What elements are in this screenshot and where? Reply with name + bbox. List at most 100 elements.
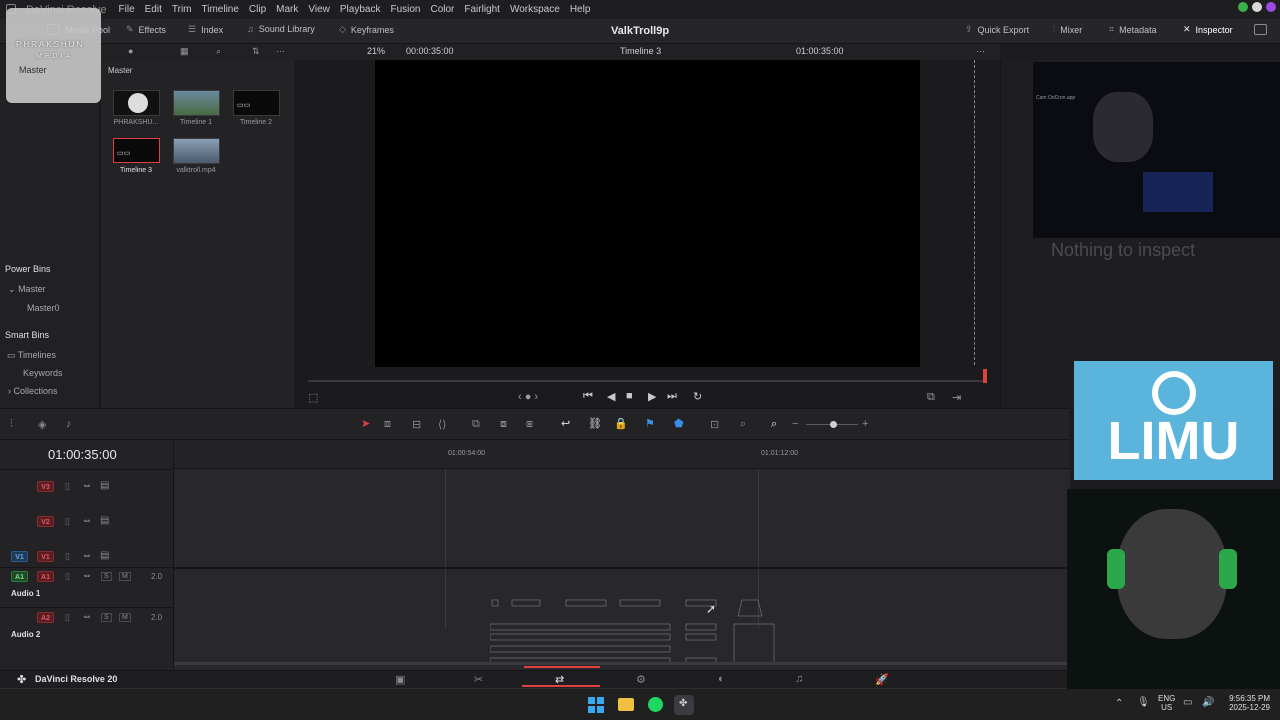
more-icon[interactable]: ⋯	[276, 46, 285, 57]
zoom-in-icon[interactable]: +	[862, 418, 868, 430]
zoom-custom-icon[interactable]: ⌕	[771, 418, 777, 431]
lock-icon[interactable]: ▯	[65, 612, 70, 623]
lock-icon[interactable]: ▯	[65, 551, 70, 562]
inspector-button[interactable]: ✕ Inspector	[1183, 24, 1233, 35]
jog-control[interactable]: ‹ ● ›	[518, 391, 538, 403]
menu-playback[interactable]: Playback	[340, 4, 381, 15]
smart-bin-keywords[interactable]: Keywords	[23, 368, 63, 378]
stop-icon[interactable]: ■	[626, 390, 633, 402]
zoom-slider-handle[interactable]	[830, 421, 837, 428]
menu-color[interactable]: Color	[430, 4, 454, 15]
menu-help[interactable]: Help	[570, 4, 591, 15]
file-explorer-icon[interactable]	[618, 698, 634, 711]
viewer-canvas[interactable]	[375, 60, 920, 367]
menu-file[interactable]: File	[119, 4, 135, 15]
marker-icon[interactable]: ⬟	[674, 417, 684, 430]
menu-fairlight[interactable]: Fairlight	[464, 4, 500, 15]
auto-select-icon[interactable]: ⇔	[82, 480, 92, 491]
smart-bin-timelines[interactable]: ▭ Timelines	[7, 350, 56, 361]
edit-page-icon[interactable]: ⇄	[555, 673, 564, 686]
match-frame-icon[interactable]: ⧉	[927, 391, 935, 404]
more-icon[interactable]: ⋯	[976, 46, 985, 57]
timeline-track-area[interactable]: 01:00:54:00 01:01:12:00 ➚	[174, 440, 1070, 670]
play-icon[interactable]: ▶	[648, 390, 656, 403]
mute-button[interactable]: M	[119, 613, 131, 622]
menu-edit[interactable]: Edit	[145, 4, 162, 15]
cut-page-icon[interactable]: ✂	[474, 673, 483, 686]
deliver-page-icon[interactable]: 🚀	[875, 673, 889, 686]
zoom-out-icon[interactable]: −	[792, 418, 798, 430]
color-page-icon[interactable]: ◐	[718, 673, 725, 685]
fusion-page-icon[interactable]: ⚙	[636, 673, 646, 686]
chevron-up-icon[interactable]: ⌃	[1115, 698, 1123, 709]
sidebar-master-label[interactable]: Master	[19, 65, 47, 75]
power-bin-master0[interactable]: Master0	[27, 303, 60, 313]
reverse-icon[interactable]: ◀	[607, 390, 615, 403]
playhead-marker[interactable]	[983, 369, 987, 383]
menu-trim[interactable]: Trim	[172, 4, 192, 15]
lock-icon[interactable]: ▯	[65, 481, 70, 492]
sound-library-button[interactable]: ♫ Sound Library	[247, 24, 315, 34]
clip-thumbnail[interactable]	[173, 90, 220, 116]
solo-button[interactable]: S	[101, 572, 112, 581]
overwrite-icon[interactable]: ⧇	[500, 418, 507, 431]
auto-select-icon[interactable]: ⇔	[82, 611, 92, 622]
track-name-audio-2[interactable]: Audio 2	[11, 630, 40, 639]
power-bin-master[interactable]: ⌄ Master	[8, 284, 46, 295]
disable-track-icon[interactable]: ▤	[100, 550, 109, 561]
first-frame-icon[interactable]: ⏮	[583, 390, 593, 403]
track-tag-a1[interactable]: A1	[37, 571, 54, 582]
view-icon[interactable]: ◈	[38, 418, 46, 431]
volume-icon[interactable]: 🔊	[1202, 697, 1214, 708]
track-tag-v2[interactable]: V2	[37, 516, 54, 527]
clip-thumbnail-selected[interactable]: ▭▭	[113, 138, 160, 163]
track-tag-a2[interactable]: A2	[37, 612, 54, 623]
resolve-taskbar-icon[interactable]: ✤	[674, 695, 694, 715]
auto-select-icon[interactable]: ⇔	[82, 570, 92, 581]
loop-icon[interactable]: ↻	[693, 390, 702, 403]
fairlight-page-icon[interactable]: ♫	[795, 673, 803, 685]
auto-select-icon[interactable]: ⇔	[82, 515, 92, 526]
trim-tool-icon[interactable]: ⧈	[384, 418, 391, 431]
spotify-icon[interactable]	[648, 697, 663, 712]
lock-icon[interactable]: ▯	[65, 571, 70, 582]
sort-icon[interactable]: ⇅	[252, 46, 260, 57]
metadata-button[interactable]: ⌗ Metadata	[1109, 24, 1157, 35]
track-name-audio-1[interactable]: Audio 1	[11, 589, 40, 598]
network-icon[interactable]: ▭	[1183, 697, 1192, 708]
menu-view[interactable]: View	[308, 4, 330, 15]
clip-thumbnail[interactable]: ▭▭	[233, 90, 280, 116]
mic-icon[interactable]: ♪	[66, 418, 72, 430]
disable-track-icon[interactable]: ▤	[100, 480, 109, 491]
effects-button[interactable]: ✎ Effects	[126, 24, 166, 35]
disable-track-icon[interactable]: ▤	[100, 515, 109, 526]
collapse-button[interactable]	[1254, 24, 1267, 35]
quick-export-button[interactable]: ⇪ Quick Export	[965, 24, 1029, 35]
track-tag-v1[interactable]: V1	[37, 551, 54, 562]
keyframes-button[interactable]: ◇ Keyframes	[339, 24, 394, 35]
clip-thumbnail[interactable]	[113, 90, 160, 116]
mixer-button[interactable]: ⫶ Mixer	[1053, 24, 1082, 35]
auto-select-icon[interactable]: ⇔	[82, 550, 92, 561]
timeline-selector[interactable]: Timeline 3	[620, 46, 661, 56]
link-icon[interactable]: ⛓	[588, 417, 602, 430]
next-edit-icon[interactable]: ⇥	[952, 391, 961, 404]
lock-icon[interactable]: ▯	[65, 516, 70, 527]
clip-thumbnail[interactable]	[173, 138, 220, 164]
dynamic-trim-icon[interactable]: ⟨⟩	[438, 418, 447, 431]
last-frame-icon[interactable]: ⏭	[667, 390, 677, 403]
layout-icon[interactable]: ⫶	[10, 418, 13, 431]
language-indicator[interactable]: ENG US	[1158, 694, 1175, 712]
clock[interactable]: 9:56:35 PM 2025-12-29	[1222, 694, 1270, 712]
zoom-detail-icon[interactable]: ⌕	[740, 418, 746, 431]
select-tool-icon[interactable]: ➤	[361, 417, 370, 430]
smart-bin-collections[interactable]: › Collections	[8, 386, 58, 396]
blade-tool-icon[interactable]: ⊟	[412, 418, 421, 431]
media-page-icon[interactable]: ▣	[395, 673, 405, 686]
scrubber-bar[interactable]	[308, 380, 987, 382]
search-icon[interactable]: ⌕	[216, 46, 221, 57]
menu-fusion[interactable]: Fusion	[390, 4, 420, 15]
snap-icon[interactable]: ↩	[561, 417, 570, 430]
zoom-fit-icon[interactable]: ⊡	[710, 418, 719, 431]
grid-view-icon[interactable]: ▦	[180, 46, 189, 57]
